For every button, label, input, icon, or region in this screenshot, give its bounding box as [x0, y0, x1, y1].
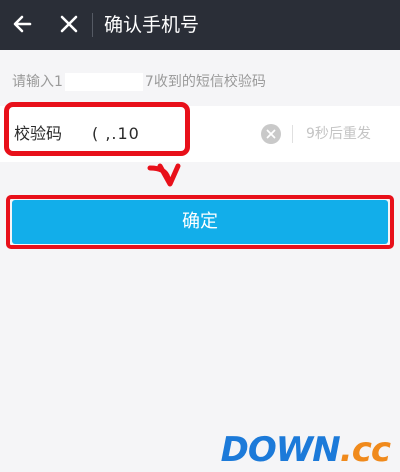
field-separator: [292, 125, 293, 143]
close-icon: [60, 15, 78, 33]
page-title: 确认手机号: [104, 14, 200, 36]
watermark-main: DOWN: [220, 430, 341, 470]
hint-prefix: 请输入1: [12, 74, 63, 90]
sms-hint: 请输入1 7收到的短信校验码: [12, 71, 266, 93]
down-arrow-annotation: [147, 163, 181, 187]
confirm-button-highlight: [6, 195, 394, 249]
resend-countdown: 9秒后重发: [306, 126, 371, 142]
clear-circle-icon: [261, 124, 281, 144]
watermark-dot: .: [339, 430, 353, 470]
top-bar: 确认手机号: [0, 0, 400, 50]
back-button[interactable]: [6, 7, 40, 41]
watermark-logo: DOWN.cc: [220, 430, 391, 470]
hint-suffix: 7收到的短信校验码: [144, 74, 266, 90]
clear-button[interactable]: [261, 124, 281, 144]
header-divider: [92, 13, 93, 37]
code-input-highlight: [4, 102, 190, 156]
watermark-suffix: cc: [351, 430, 391, 470]
back-arrow-icon: [13, 15, 32, 33]
close-button[interactable]: [52, 7, 86, 41]
masked-phone-number: [64, 73, 143, 91]
